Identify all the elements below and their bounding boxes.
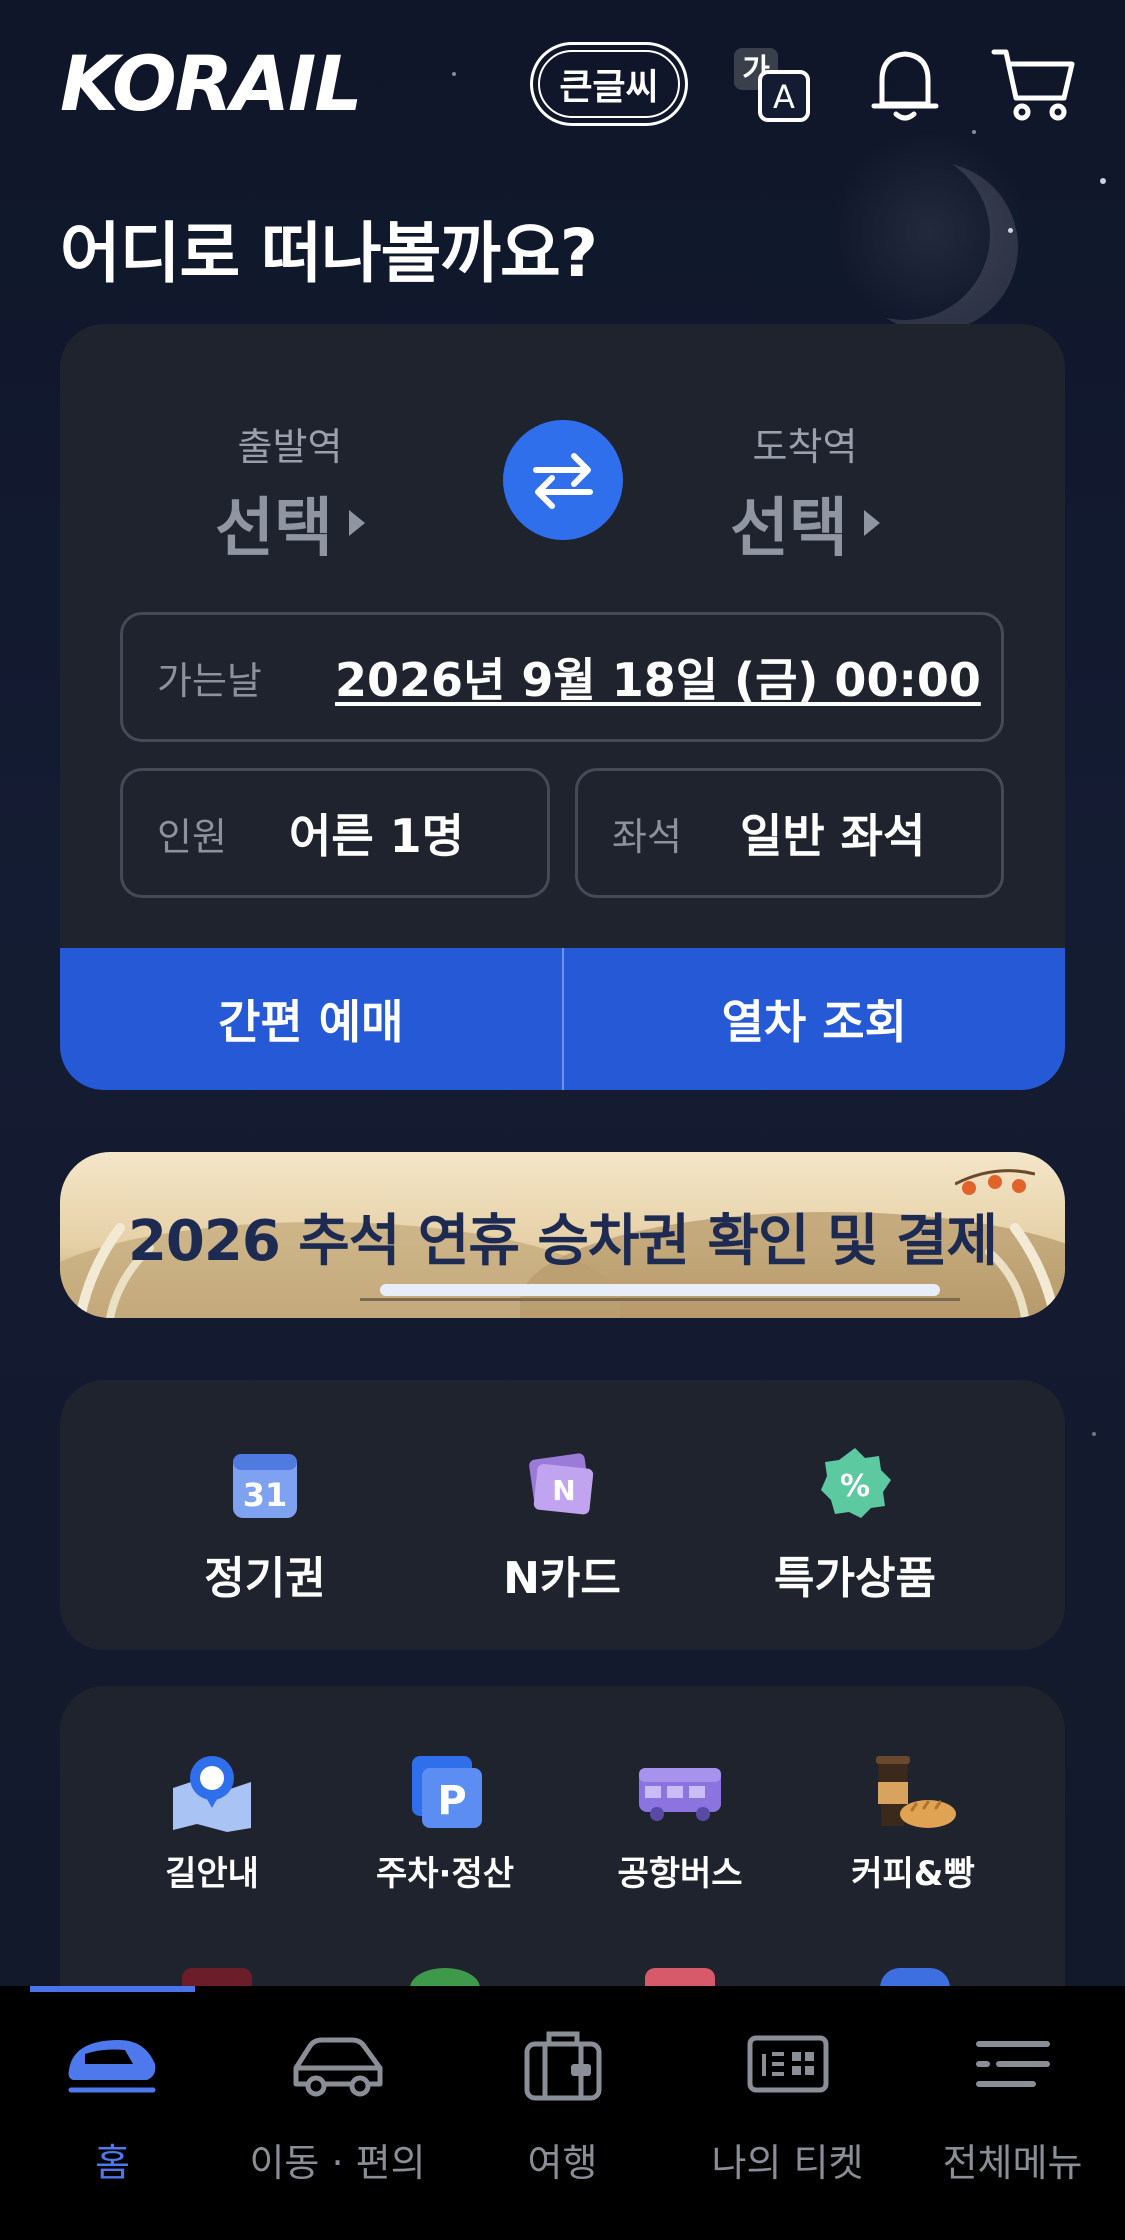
- banner-title: 2026 추석 연휴 승차권 확인 및 결제: [127, 1209, 998, 1274]
- bus-icon: [635, 1752, 725, 1832]
- promo-banner[interactable]: 2026 추석 연휴 승차권 확인 및 결제: [60, 1152, 1065, 1318]
- menu-icon: [963, 2024, 1063, 2104]
- season-pass-button[interactable]: 31 정기권: [140, 1444, 390, 1606]
- departure-value: 선택: [215, 477, 365, 569]
- translate-icon[interactable]: 가 A: [728, 40, 818, 130]
- bottom-navigation: 홈 이동 · 편의 여행 나의 티켓 전체메뉴: [0, 1986, 1125, 2240]
- departure-value-text: 선택: [215, 492, 333, 566]
- passenger-count-field[interactable]: 인원 어른 1명: [120, 768, 550, 898]
- discount-badge-icon: %: [815, 1444, 895, 1524]
- quick-menu-label: N카드: [503, 1553, 621, 1604]
- nav-mobility[interactable]: 이동 · 편의: [225, 2024, 450, 2187]
- quick-menu-label: 정기권: [204, 1553, 326, 1604]
- discount-icon-text: %: [840, 1469, 870, 1504]
- logo-text: KORAIL: [60, 39, 363, 128]
- big-font-button[interactable]: 큰글씨: [530, 42, 688, 126]
- quick-menu-label: 특가상품: [774, 1553, 936, 1604]
- star: [1100, 178, 1106, 184]
- departure-label: 출발역: [237, 425, 343, 469]
- parking-icon-text: P: [437, 1778, 466, 1824]
- rail-track: [360, 1298, 960, 1301]
- date-field[interactable]: 가는날 2026년 9월 18일 (금) 00:00: [120, 612, 1004, 742]
- nav-label: 나의 티켓: [711, 2141, 864, 2185]
- quick-menu-card: 31 정기권 N N카드 % 특가상품: [60, 1380, 1065, 1650]
- airport-bus-button[interactable]: 공항버스: [565, 1752, 795, 1895]
- directions-button[interactable]: 길안내: [97, 1752, 327, 1895]
- seat-type-field[interactable]: 좌석 일반 좌석: [575, 768, 1004, 898]
- parking-icon: P: [400, 1752, 490, 1832]
- page-title: 어디로 떠나볼까요?: [60, 215, 598, 292]
- calendar-icon: 31: [225, 1444, 305, 1524]
- app-header: KORAIL 큰글씨 가 A: [0, 0, 1125, 170]
- nav-my-tickets[interactable]: 나의 티켓: [675, 2024, 900, 2187]
- service-label: 커피&빵: [851, 1854, 975, 1894]
- nav-label: 이동 · 편의: [249, 2141, 426, 2185]
- nav-home[interactable]: 홈: [0, 2024, 225, 2187]
- nav-travel[interactable]: 여행: [450, 2024, 675, 2187]
- arrival-value-text: 선택: [730, 492, 848, 566]
- n-card-icon: N: [522, 1444, 602, 1524]
- swap-stations-button[interactable]: [503, 420, 623, 540]
- calendar-icon-text: 31: [243, 1476, 288, 1514]
- train-icon: [63, 2024, 163, 2104]
- service-label: 공항버스: [617, 1854, 743, 1894]
- arrival-label: 도착역: [752, 425, 858, 469]
- n-card-button[interactable]: N N카드: [437, 1444, 687, 1606]
- cart-icon[interactable]: [988, 40, 1078, 130]
- chevron-right-icon: [863, 510, 880, 536]
- date-value: 2026년 9월 18일 (금) 00:00: [335, 653, 981, 707]
- n-card-icon-text: N: [552, 1474, 575, 1507]
- seat-label: 좌석: [612, 814, 682, 859]
- service-label: 길안내: [165, 1854, 259, 1894]
- search-trains-button[interactable]: 열차 조회: [564, 948, 1066, 1090]
- train-illustration: [380, 1284, 940, 1296]
- booking-card: 출발역 선택 도착역 선택 가는날 2026년 9월 18일 (금) 00:00…: [60, 324, 1065, 1090]
- bell-icon[interactable]: [860, 40, 950, 130]
- service-label: 주차·정산: [375, 1854, 515, 1894]
- nav-label: 홈: [95, 2141, 130, 2185]
- passenger-value: 어른 1명: [289, 809, 464, 863]
- special-offers-button[interactable]: % 특가상품: [730, 1444, 980, 1606]
- star: [1008, 228, 1013, 233]
- moon-decoration: [820, 150, 990, 320]
- date-label: 가는날: [157, 658, 262, 703]
- coffee-bread-icon: [868, 1752, 958, 1832]
- active-tab-indicator: [30, 1986, 195, 1992]
- star: [1092, 1432, 1096, 1436]
- parking-button[interactable]: P 주차·정산: [330, 1752, 560, 1895]
- big-font-label: 큰글씨: [538, 50, 680, 118]
- nav-label: 여행: [527, 2141, 598, 2185]
- booking-actions: 간편 예매 열차 조회: [60, 948, 1065, 1090]
- translate-glyph-bottom: A: [773, 78, 795, 116]
- nav-all-menu[interactable]: 전체메뉴: [900, 2024, 1125, 2187]
- ticket-icon: [738, 2024, 838, 2104]
- quick-book-button[interactable]: 간편 예매: [60, 948, 562, 1090]
- car-icon: [288, 2024, 388, 2104]
- arrival-value: 선택: [730, 477, 880, 569]
- map-directions-icon: [167, 1752, 257, 1832]
- korail-logo[interactable]: KORAIL: [60, 44, 370, 124]
- arrival-station-selector[interactable]: 도착역 선택: [655, 416, 955, 569]
- coffee-bread-button[interactable]: 커피&빵: [798, 1752, 1028, 1895]
- swap-arrows-icon: [533, 453, 593, 509]
- seat-value: 일반 좌석: [740, 809, 926, 863]
- departure-station-selector[interactable]: 출발역 선택: [140, 416, 440, 569]
- passenger-label: 인원: [157, 814, 227, 859]
- suitcase-icon: [513, 2024, 613, 2104]
- chevron-right-icon: [348, 510, 365, 536]
- nav-label: 전체메뉴: [942, 2141, 1083, 2185]
